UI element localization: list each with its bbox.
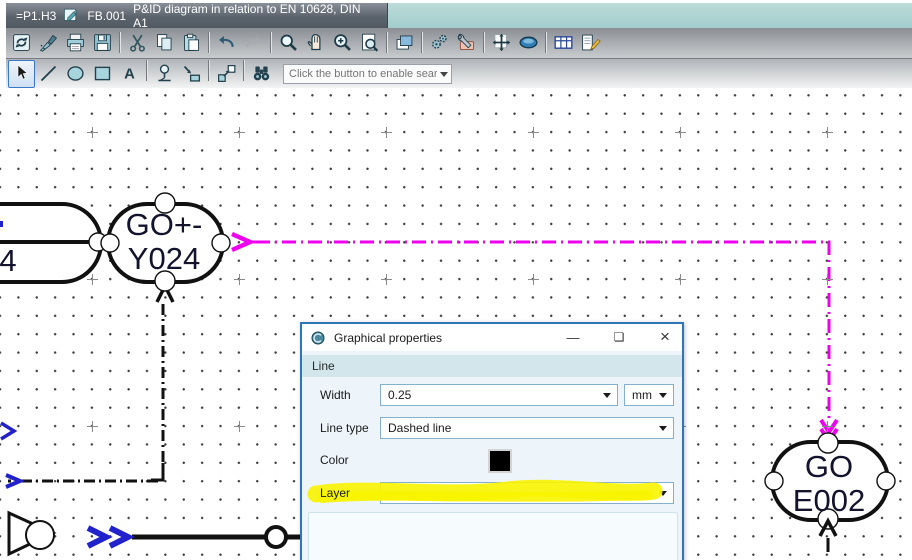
magenta-arrow-right-icon — [231, 231, 256, 253]
dialog-title-bar[interactable]: Graphical properties — ❏ × — [302, 324, 682, 351]
undo-button[interactable] — [213, 29, 240, 57]
toolbar-separator — [545, 32, 547, 53]
layer-select[interactable] — [380, 482, 674, 504]
format-brush-button[interactable] — [35, 29, 62, 57]
search-dropdown-icon[interactable] — [440, 71, 448, 77]
toolbar-separator — [119, 32, 121, 53]
svg-text:Y024: Y024 — [128, 241, 200, 276]
connection-point — [25, 520, 55, 550]
svg-text:4: 4 — [0, 243, 17, 278]
symbol-y024[interactable]: GO+- Y024 — [100, 192, 231, 292]
chevron-down-icon — [603, 393, 611, 398]
settings-button[interactable] — [426, 29, 453, 57]
drawing-toolbar: A — [6, 59, 912, 88]
toolbar-separator — [146, 59, 148, 81]
file-ref-label: FB.001 — [87, 8, 127, 23]
connection-point — [764, 471, 784, 491]
toolbar-separator — [243, 59, 245, 81]
report-edit-button[interactable] — [577, 29, 604, 57]
color-label: Color — [320, 453, 349, 467]
document-tab-bar: =P1.H3 FB.001 P&ID diagram in relation t… — [6, 1, 912, 30]
width-label: Width — [320, 388, 351, 402]
paste-button[interactable] — [178, 29, 205, 57]
insert-shape-button[interactable] — [178, 60, 205, 88]
doc-ref-label: =P1.H3 — [16, 8, 57, 23]
save-button[interactable] — [89, 29, 116, 57]
symbol-e002[interactable]: GO E002 — [764, 432, 896, 552]
move-view-button[interactable] — [488, 29, 515, 57]
connection-point — [211, 233, 231, 253]
svg-text:GO+-: GO+- — [126, 207, 203, 242]
line-section-header: Line — [302, 355, 682, 377]
symbol-left-partial[interactable]: 4 — [0, 202, 108, 284]
toolbar-separator — [208, 32, 210, 53]
zoom-window-button[interactable] — [356, 29, 383, 57]
find-button[interactable] — [248, 60, 275, 88]
line-type-row: Line type Dashed line — [302, 417, 682, 441]
search-box — [283, 63, 452, 84]
line-type-label: Line type — [320, 421, 369, 435]
layers-button[interactable] — [391, 29, 418, 57]
black-dashed-connector[interactable] — [5, 282, 175, 489]
line-type-select[interactable]: Dashed line — [380, 417, 674, 439]
close-button[interactable]: × — [650, 324, 680, 350]
pipe-node — [264, 525, 288, 549]
refresh-button[interactable] — [8, 29, 35, 57]
copy-button[interactable] — [151, 29, 178, 57]
toolbar-separator — [386, 32, 388, 53]
cut-button[interactable] — [124, 29, 151, 57]
graphical-properties-dialog: Graphical properties — ❏ × Line Width 0.… — [300, 322, 684, 560]
maximize-button[interactable]: ❏ — [604, 324, 634, 350]
zoom-button[interactable] — [275, 29, 302, 57]
lens-button[interactable] — [515, 29, 542, 57]
svg-text:A: A — [124, 66, 135, 82]
document-edit-icon — [63, 7, 80, 24]
layer-row: Layer — [302, 482, 682, 506]
chevron-down-icon — [659, 491, 667, 496]
pan-button[interactable] — [302, 29, 329, 57]
instrument-symbol-button[interactable] — [151, 60, 178, 88]
layer-label: Layer — [320, 486, 351, 500]
toolbar-separator — [421, 32, 423, 53]
toolbar-separator — [483, 32, 485, 53]
select-tool-button[interactable] — [8, 59, 35, 88]
pid-editor-window: =P1.H3 FB.001 P&ID diagram in relation t… — [0, 0, 912, 560]
width-select[interactable]: 0.25 — [380, 384, 618, 406]
move-copy-button[interactable] — [213, 60, 240, 88]
ellipse-tool-button[interactable] — [62, 60, 89, 88]
color-row: Color — [302, 449, 682, 473]
redo-button[interactable] — [240, 29, 267, 57]
width-row: Width 0.25 mm — [302, 384, 682, 408]
svg-text:GO: GO — [805, 449, 853, 484]
document-tab[interactable]: =P1.H3 FB.001 P&ID diagram in relation t… — [6, 1, 388, 30]
app-icon — [310, 330, 326, 346]
svg-text:E002: E002 — [793, 483, 865, 518]
chevron-down-icon — [659, 426, 667, 431]
toolbar-separator — [270, 32, 272, 53]
document-title: P&ID diagram in relation to EN 10628, DI… — [133, 1, 361, 30]
pipe-line[interactable] — [7, 510, 303, 557]
blue-flow-arrow-icon — [0, 421, 18, 441]
zoom-in-button[interactable] — [329, 29, 356, 57]
main-toolbar — [6, 28, 912, 59]
color-swatch[interactable] — [488, 449, 512, 473]
text-tool-button[interactable]: A — [116, 60, 143, 88]
dialog-bottom-panel — [308, 512, 678, 560]
minimize-button[interactable]: — — [558, 324, 588, 350]
search-input[interactable] — [283, 63, 452, 84]
chevron-down-icon — [659, 393, 667, 398]
toolbar-separator — [208, 59, 210, 81]
tools-button[interactable] — [453, 29, 480, 57]
blue-flow-arrow-icon — [86, 525, 113, 549]
print-button[interactable] — [62, 29, 89, 57]
connection-point — [876, 471, 896, 491]
dialog-title: Graphical properties — [334, 330, 443, 345]
line-tool-button[interactable] — [35, 60, 62, 88]
rectangle-tool-button[interactable] — [89, 60, 116, 88]
connection-point — [100, 233, 120, 253]
table-button[interactable] — [550, 29, 577, 57]
width-unit-select[interactable]: mm — [624, 384, 674, 406]
